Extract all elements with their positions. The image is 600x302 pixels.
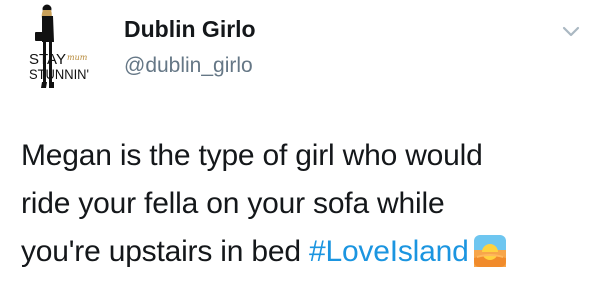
- logo-text-stunnin: STUNNIN': [29, 67, 89, 82]
- tweet-text: Megan is the type of girl who would ride…: [21, 132, 591, 276]
- hashtag-link[interactable]: #LoveIsland: [309, 235, 469, 268]
- chevron-down-icon[interactable]: [562, 26, 580, 38]
- stay-stunnin-logo-icon: STAY mum STUNNIN': [29, 4, 89, 88]
- tweet-text-line: ride your fella on your sofa while: [21, 187, 445, 220]
- logo-text-stay: STAY: [29, 51, 66, 68]
- user-handle[interactable]: @dublin_girlo: [124, 54, 253, 78]
- tweet-text-line: Megan is the type of girl who would: [21, 139, 483, 172]
- display-name[interactable]: Dublin Girlo: [124, 16, 256, 43]
- tweet-card: STAY mum STUNNIN' Dublin Girlo @dublin_g…: [0, 0, 600, 302]
- profile-avatar[interactable]: STAY mum STUNNIN': [20, 2, 112, 94]
- tweet-text-line: you're upstairs in bed #LoveIsland: [21, 228, 591, 276]
- tweet-text-prefix: you're upstairs in bed: [21, 235, 309, 268]
- sunset-emoji-icon: [473, 235, 506, 267]
- logo-script-text: mum: [67, 53, 88, 62]
